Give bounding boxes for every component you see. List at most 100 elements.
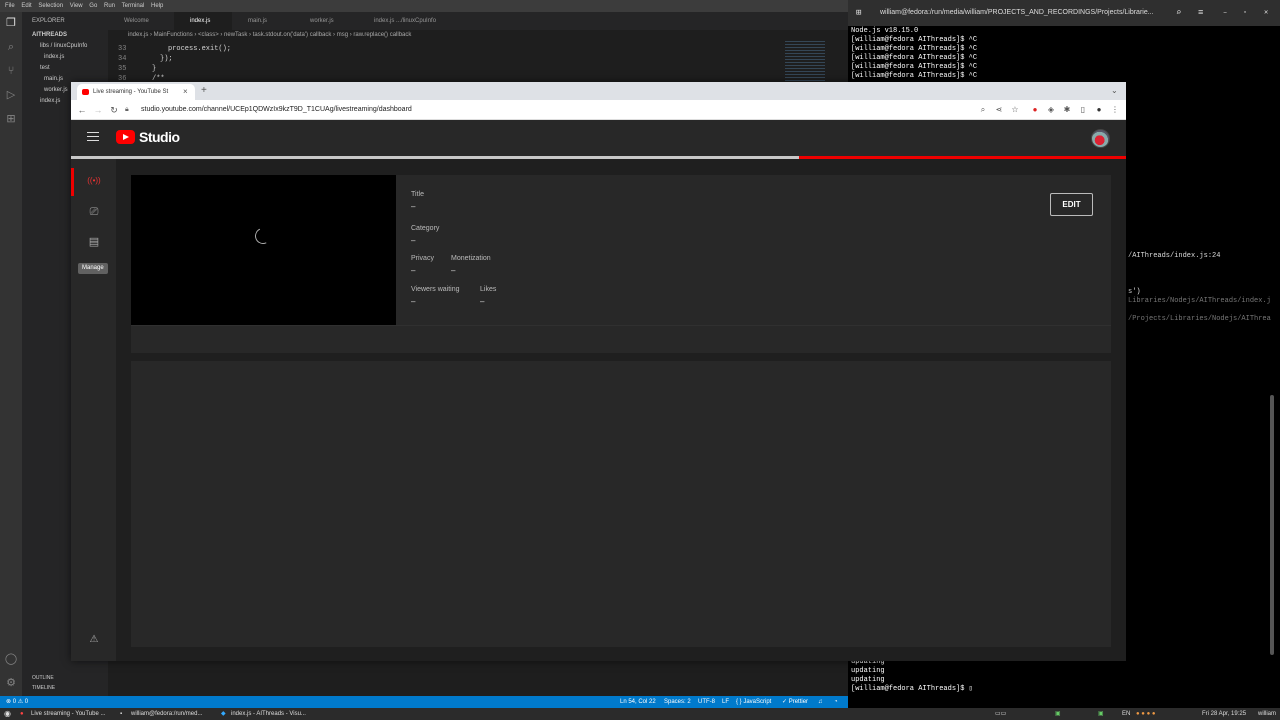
tray-icons[interactable]: ● ● ● ● — [1136, 708, 1156, 720]
editor-tabs: Welcome index.js main.js worker.js index… — [108, 12, 848, 30]
more-vert-icon[interactable]: ⋮ — [1109, 104, 1121, 116]
manage-icon[interactable]: ▤ — [85, 233, 103, 251]
title-value: – — [411, 202, 416, 211]
status-encoding[interactable]: UTF-8 — [698, 696, 715, 708]
video-preview[interactable] — [131, 175, 396, 325]
files-icon[interactable]: ❐ — [4, 16, 18, 30]
fedora-menu-icon[interactable]: ◉ — [4, 708, 11, 720]
extension-icon[interactable]: ◈ — [1045, 104, 1057, 116]
project-folder[interactable]: AITHREADS — [22, 30, 108, 41]
viewers-waiting-value: – — [411, 297, 416, 306]
minimize-icon[interactable]: – — [1223, 0, 1227, 26]
terminal-output-fragment: /Projects/Libraries/Nodejs/AIThrea — [1128, 315, 1271, 323]
tab-index-js[interactable]: index.js — [174, 12, 232, 30]
tray-app-icon[interactable]: ▣ — [1098, 708, 1104, 720]
new-tab-plus-icon[interactable]: + — [201, 84, 207, 98]
stream-info-card: Title – Category – Privacy – Monetizatio… — [131, 175, 1111, 325]
tab-welcome[interactable]: Welcome — [108, 12, 174, 30]
zoom-icon[interactable]: ⌕ — [977, 104, 989, 116]
menu-view[interactable]: View — [70, 3, 83, 9]
menu-terminal[interactable]: Terminal — [122, 3, 145, 9]
bell-icon[interactable]: ♫ — [818, 696, 823, 708]
search-icon[interactable]: ⌕ — [1176, 0, 1181, 26]
search-icon[interactable]: ⌕ — [4, 40, 18, 54]
reload-icon[interactable]: ↻ — [107, 103, 121, 117]
line-number: 35 — [118, 65, 127, 73]
breadcrumb[interactable]: index.js › MainFunctions › <class> › new… — [108, 30, 848, 41]
menu-selection[interactable]: Selection — [38, 3, 63, 9]
extensions-puzzle-icon[interactable]: ✱ — [1061, 104, 1073, 116]
status-cursor-position[interactable]: Ln 54, Col 22 — [620, 696, 656, 708]
new-tab-icon[interactable]: ⊞ — [856, 0, 861, 26]
notification-icon[interactable]: ◔ — [834, 696, 838, 708]
menu-file[interactable]: File — [5, 3, 15, 9]
status-eol[interactable]: LF — [722, 696, 729, 708]
run-debug-icon[interactable]: ▷ — [4, 88, 18, 102]
profile-avatar-icon[interactable]: ● — [1093, 104, 1105, 116]
extension-icon[interactable]: ● — [1029, 104, 1041, 116]
monetization-label: Monetization — [451, 255, 491, 262]
loading-spinner-icon — [252, 225, 274, 247]
feedback-icon[interactable]: ⚠ — [85, 631, 103, 649]
avatar[interactable] — [1091, 129, 1110, 148]
workspace-switcher-icon[interactable]: ▭▭ — [995, 708, 1006, 720]
tree-item[interactable]: test — [22, 63, 108, 74]
terminal-output-fragment: /AIThreads/index.js:24 — [1128, 252, 1221, 260]
gear-icon[interactable]: ⚙ — [4, 676, 18, 690]
source-control-icon[interactable]: ⑂ — [4, 64, 18, 78]
status-prettier[interactable]: ✓ Prettier — [782, 696, 808, 708]
close-icon[interactable]: ✕ — [1264, 0, 1268, 26]
outline-section[interactable]: OUTLINE — [22, 674, 108, 682]
terminal-titlebar: ⊞ william@fedora:/run/media/william/PROJ… — [848, 0, 1280, 26]
menu-go[interactable]: Go — [89, 3, 97, 9]
taskbar-item-chrome[interactable]: Live streaming - YouTube ... — [31, 708, 106, 720]
address-bar[interactable]: 🔒︎ studio.youtube.com/channel/UCEp1QDWzI… — [125, 103, 1055, 117]
share-icon[interactable]: ⋖ — [993, 104, 1005, 116]
menu-run[interactable]: Run — [104, 3, 115, 9]
tree-item[interactable]: libs / linuxCpuInfo — [22, 41, 108, 52]
forward-arrow-icon[interactable]: → — [91, 103, 105, 117]
close-icon[interactable]: × — [183, 84, 188, 100]
manage-tooltip: Manage — [78, 263, 108, 274]
side-panel-icon[interactable]: ▯ — [1077, 104, 1089, 116]
terminal-scrollbar[interactable] — [1270, 395, 1274, 655]
maximize-icon[interactable]: ▫ — [1243, 0, 1247, 26]
analytics-panel — [131, 361, 1111, 647]
bookmark-star-icon[interactable]: ☆ — [1009, 104, 1021, 116]
edit-button[interactable]: EDIT — [1050, 193, 1093, 216]
camera-icon[interactable]: ⎚ — [85, 203, 103, 221]
menu-icon[interactable]: ≡ — [1198, 0, 1203, 26]
keyboard-layout[interactable]: EN — [1122, 708, 1130, 720]
extensions-icon[interactable]: ⊞ — [4, 112, 18, 126]
taskbar-item-terminal[interactable]: william@fedora:/run/med... — [131, 708, 202, 720]
url-text[interactable]: studio.youtube.com/channel/UCEp1QDWzIx9k… — [141, 103, 412, 117]
status-indentation[interactable]: Spaces: 2 — [664, 696, 691, 708]
chevron-down-icon[interactable]: ⌄ — [1111, 84, 1118, 98]
tab-worker-js[interactable]: worker.js — [294, 12, 358, 30]
tab-index-js-linuxcpuinfo[interactable]: index.js .../linuxCpuInfo — [358, 12, 458, 30]
terminal-output-top: Node.js v18.15.0 [william@fedora AIThrea… — [851, 27, 978, 80]
taskbar-item-vscode[interactable]: index.js - AIThreads - Visu... — [231, 708, 306, 720]
tab-live-streaming[interactable]: Live streaming - YouTube St × — [77, 84, 195, 100]
likes-label: Likes — [480, 286, 497, 293]
menu-edit[interactable]: Edit — [21, 3, 31, 9]
account-icon[interactable]: ◯ — [4, 652, 18, 666]
status-language[interactable]: { } JavaScript — [736, 696, 771, 708]
tray-app-icon[interactable]: ▣ — [1055, 708, 1061, 720]
privacy-label: Privacy — [411, 255, 434, 262]
chrome-window: Live streaming - YouTube St × + ⌄ ← → ↻ … — [71, 82, 1126, 661]
user-name[interactable]: william — [1258, 708, 1276, 720]
lock-icon[interactable]: 🔒︎ — [125, 103, 129, 117]
youtube-logo-icon[interactable] — [116, 130, 135, 144]
menu-help[interactable]: Help — [151, 3, 163, 9]
status-problems[interactable]: ⊗ 0 ⚠ 0 — [6, 696, 28, 708]
minimap[interactable] — [785, 41, 825, 81]
clock[interactable]: Fri 28 Apr, 19:25 — [1202, 708, 1246, 720]
tab-main-js[interactable]: main.js — [232, 12, 294, 30]
back-arrow-icon[interactable]: ← — [75, 103, 89, 117]
hamburger-menu-icon[interactable] — [87, 132, 99, 142]
tree-item[interactable]: index.js — [22, 52, 108, 63]
live-stream-icon[interactable]: ((•)) — [85, 172, 103, 190]
studio-logo-text[interactable]: Studio — [139, 129, 180, 145]
timeline-section[interactable]: TIMELINE — [22, 682, 108, 694]
